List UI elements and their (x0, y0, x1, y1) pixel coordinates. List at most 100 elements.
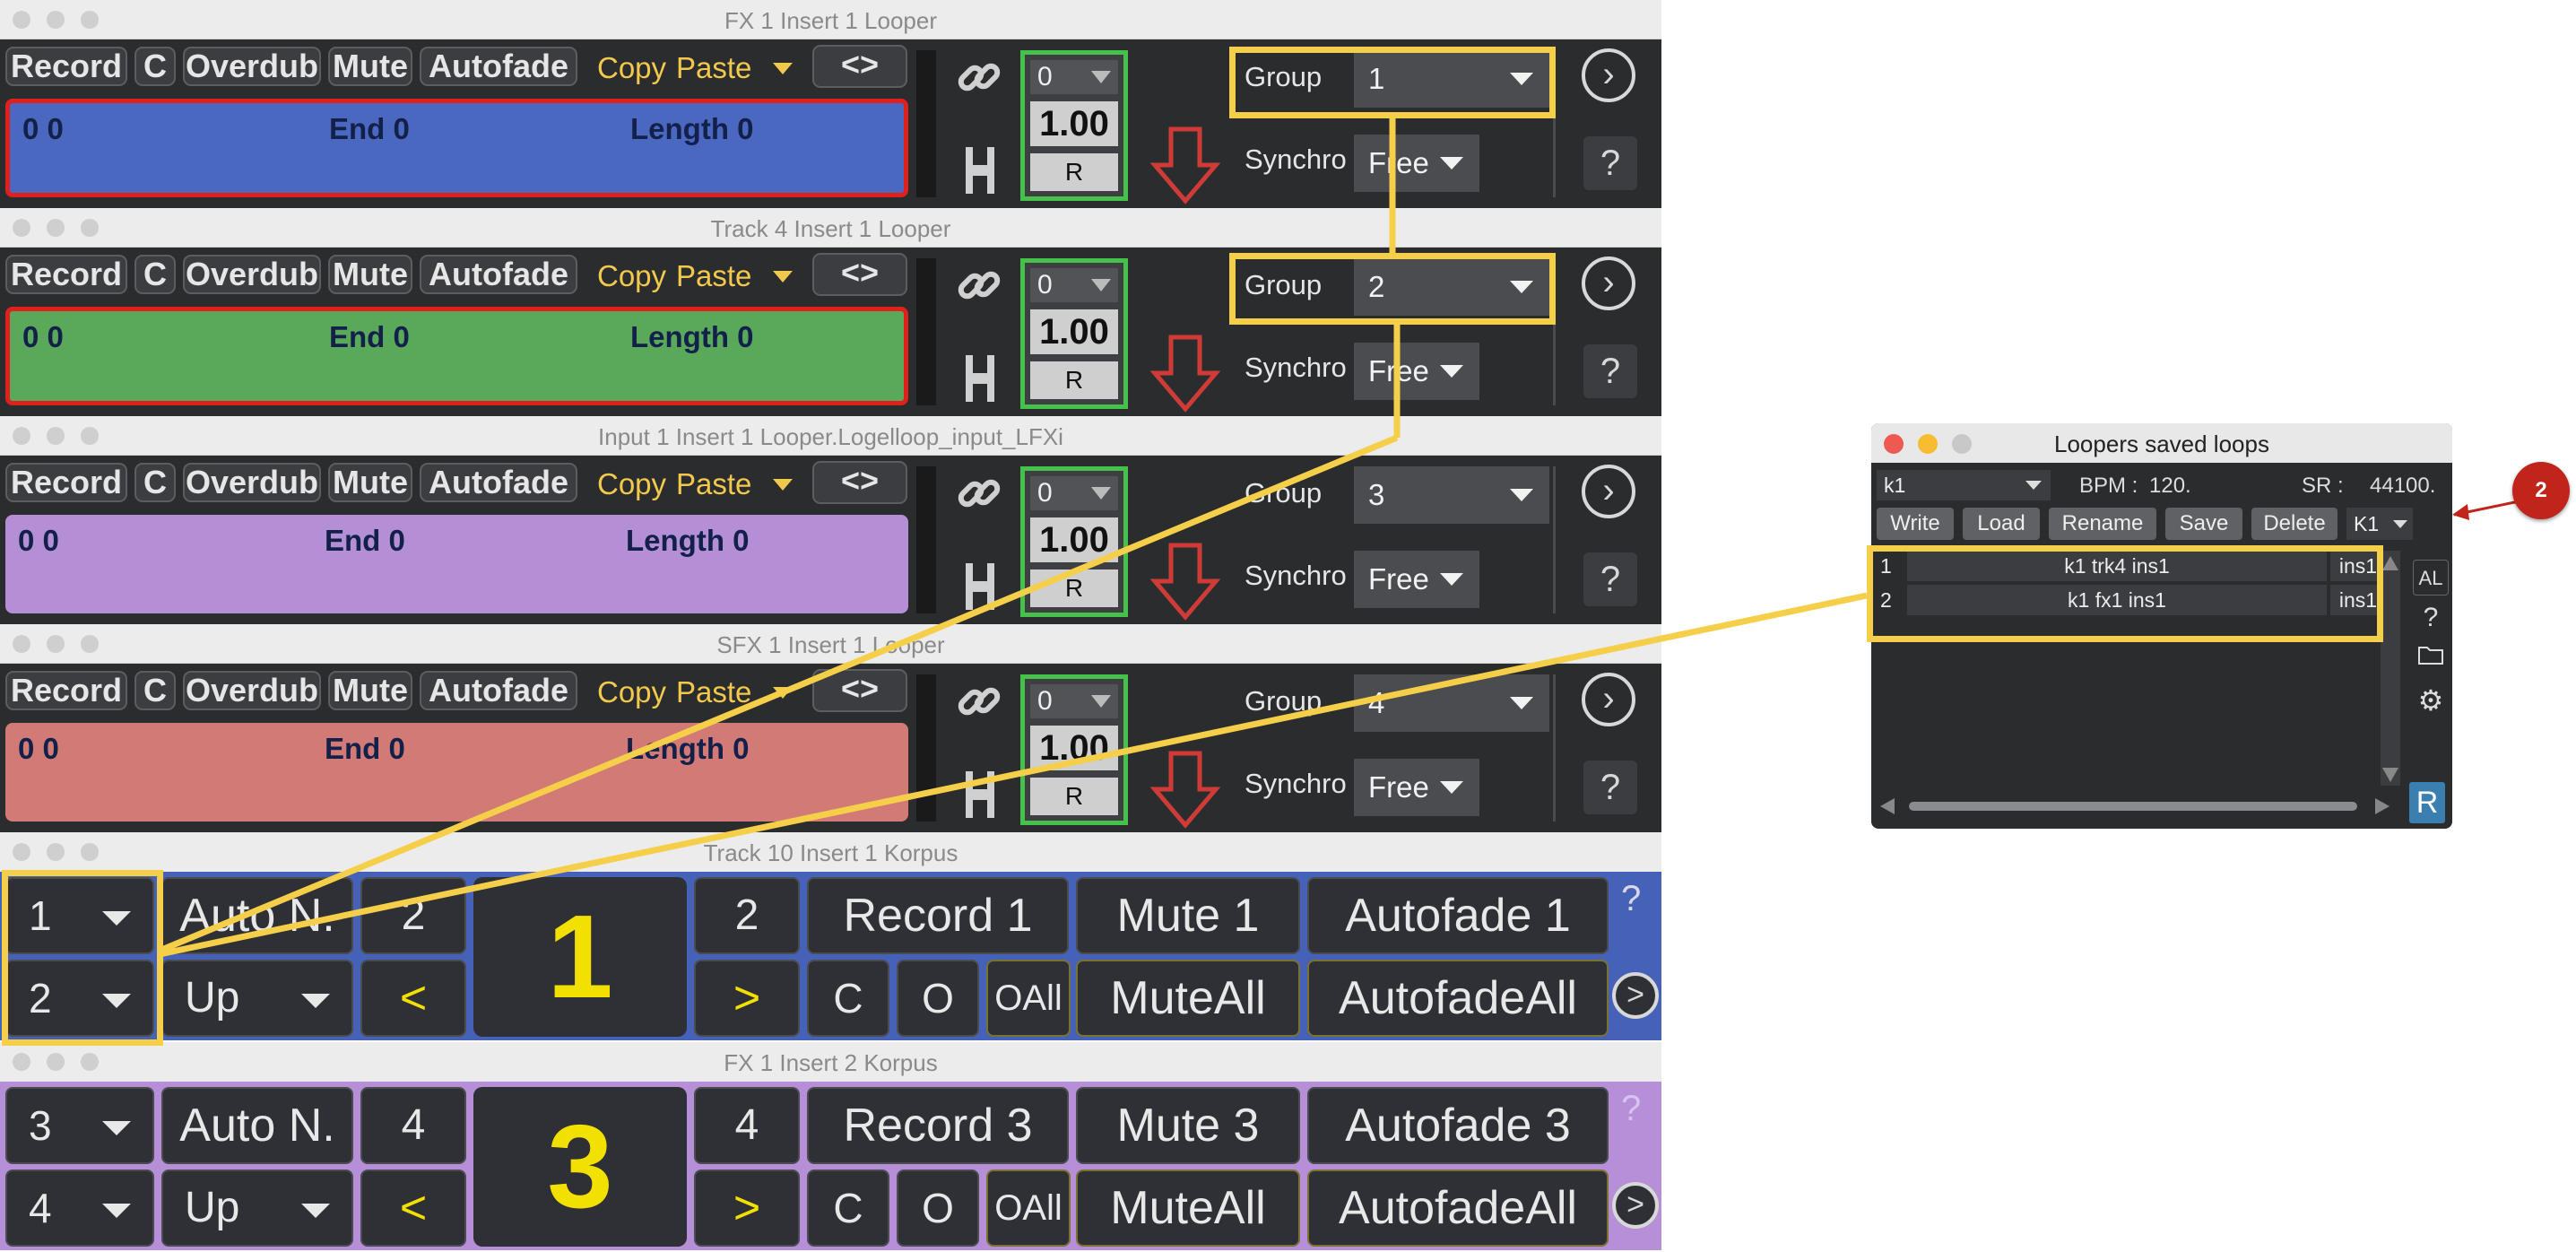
clear-button[interactable]: C (807, 1169, 889, 1247)
open-arrow-icon[interactable]: › (1582, 465, 1635, 518)
nav-button[interactable]: <> (812, 45, 907, 88)
download-arrow-icon[interactable] (1149, 750, 1221, 830)
autofade-button[interactable]: Autofade 1 (1307, 877, 1609, 954)
waveform-display[interactable]: 0 0 End 0 Length 0 (5, 307, 908, 405)
save-button[interactable]: Save (2165, 508, 2242, 540)
help-button[interactable]: ? (1621, 1089, 1657, 1129)
waveform-display[interactable]: 0 0 End 0 Length 0 (5, 723, 908, 822)
reset-button[interactable]: R (1030, 153, 1118, 191)
auto-number-button[interactable]: Auto N. (161, 1087, 353, 1164)
speed-value[interactable]: 1.00 (1030, 101, 1118, 146)
speed-value[interactable]: 1.00 (1030, 517, 1118, 562)
synchro-select[interactable]: Free (1354, 759, 1479, 816)
record-button[interactable]: Record (5, 47, 127, 86)
group-select[interactable]: 4 (1354, 674, 1549, 732)
record-button[interactable]: Record 3 (807, 1087, 1069, 1164)
synchro-select[interactable]: Free (1354, 551, 1479, 608)
scroll-up-icon[interactable] (2382, 556, 2398, 570)
paste-button[interactable]: Paste (676, 465, 751, 504)
previous-button[interactable]: < (360, 960, 466, 1037)
preset-select[interactable]: k1 (1877, 470, 2051, 500)
write-button[interactable]: Write (1877, 508, 1954, 540)
clear-button[interactable]: C (134, 463, 176, 502)
nav-button[interactable]: <> (812, 253, 907, 296)
caret-down-icon[interactable] (773, 271, 793, 283)
waveform-display[interactable]: 0 0 End 0 Length 0 (5, 515, 908, 613)
overdub-button[interactable]: Overdub (183, 255, 321, 294)
help-button[interactable]: ? (1583, 136, 1637, 190)
synchro-select[interactable]: Free (1354, 343, 1479, 400)
link-icon[interactable] (950, 468, 1008, 526)
scroll-down-icon[interactable] (2382, 768, 2398, 782)
overdub-button[interactable]: Overdub (183, 671, 321, 710)
copy-button[interactable]: Copy (597, 256, 666, 296)
next-button[interactable]: > (694, 960, 800, 1037)
speed-numbox[interactable]: 0 1.00 R (1020, 466, 1128, 617)
clear-button[interactable]: C (134, 671, 176, 710)
autofade-button[interactable]: Autofade (420, 463, 577, 502)
speed-numbox[interactable]: 0 1.00 R (1020, 50, 1128, 201)
speed-value[interactable]: 1.00 (1030, 726, 1118, 770)
go-button[interactable]: > (1612, 972, 1659, 1019)
autofade-button[interactable]: Autofade (420, 47, 577, 86)
copy-button[interactable]: Copy (597, 673, 666, 712)
mute-button[interactable]: Mute (328, 255, 412, 294)
open-arrow-icon[interactable]: › (1582, 673, 1635, 726)
synchro-select[interactable]: Free (1354, 135, 1479, 192)
reset-button[interactable]: R (1030, 778, 1118, 815)
caret-down-icon[interactable] (773, 687, 793, 699)
transpose-number[interactable]: 0 (1030, 60, 1118, 94)
r-button[interactable]: R (2409, 782, 2445, 823)
link-icon[interactable] (950, 52, 1008, 110)
transpose-number[interactable]: 0 (1030, 476, 1118, 510)
transpose-number[interactable]: 0 (1030, 268, 1118, 302)
vertical-scrollbar[interactable] (2381, 551, 2400, 786)
horizontal-scrollbar[interactable] (1877, 793, 2397, 820)
previous-button[interactable]: < (360, 1169, 466, 1247)
help-button[interactable]: ? (1583, 761, 1637, 814)
direction-select[interactable]: Up (161, 960, 353, 1037)
rename-button[interactable]: Rename (2049, 508, 2156, 540)
open-arrow-icon[interactable]: › (1582, 256, 1635, 310)
link-icon[interactable] (950, 676, 1008, 735)
speed-numbox[interactable]: 0 1.00 R (1020, 258, 1128, 409)
help-icon[interactable]: ? (2413, 603, 2449, 633)
reset-button[interactable]: R (1030, 569, 1118, 607)
go-button[interactable]: > (1612, 1182, 1659, 1229)
group-select[interactable]: 3 (1354, 466, 1549, 524)
autofade-all-button[interactable]: AutofadeAll (1307, 1169, 1609, 1247)
caret-down-icon[interactable] (773, 63, 793, 74)
group-a-select[interactable]: 3 (5, 1087, 154, 1164)
autofade-all-button[interactable]: AutofadeAll (1307, 960, 1609, 1037)
load-button[interactable]: Load (1963, 508, 2040, 540)
waveform-display[interactable]: 0 0 End 0 Length 0 (5, 99, 908, 197)
mute-button[interactable]: Mute 3 (1076, 1087, 1300, 1164)
mute-button[interactable]: Mute (328, 671, 412, 710)
gear-icon[interactable]: ⚙ (2413, 683, 2449, 717)
help-button[interactable]: ? (1621, 879, 1657, 919)
scrollbar-thumb[interactable] (1909, 802, 2357, 811)
download-arrow-icon[interactable] (1149, 334, 1221, 414)
copy-button[interactable]: Copy (597, 465, 666, 504)
overdub-button[interactable]: Overdub (183, 463, 321, 502)
mute-button[interactable]: Mute (328, 47, 412, 86)
open-button[interactable]: O (897, 1169, 979, 1247)
delete-button[interactable]: Delete (2251, 508, 2337, 540)
scroll-left-icon[interactable] (1880, 798, 1895, 814)
nav-button[interactable]: <> (812, 461, 907, 504)
clear-button[interactable]: C (807, 960, 889, 1037)
open-all-button[interactable]: OAll (986, 960, 1071, 1037)
al-button[interactable]: AL (2413, 560, 2449, 596)
open-all-button[interactable]: OAll (986, 1169, 1071, 1247)
clear-button[interactable]: C (134, 47, 176, 86)
autofade-button[interactable]: Autofade (420, 255, 577, 294)
autofade-button[interactable]: Autofade 3 (1307, 1087, 1609, 1164)
loop-bracket-icon[interactable] (958, 768, 1002, 830)
download-arrow-icon[interactable] (1149, 542, 1221, 622)
overdub-button[interactable]: Overdub (183, 47, 321, 86)
record-button[interactable]: Record 1 (807, 877, 1069, 954)
copy-button[interactable]: Copy (597, 48, 666, 88)
paste-button[interactable]: Paste (676, 673, 751, 712)
mute-all-button[interactable]: MuteAll (1076, 960, 1300, 1037)
link-icon[interactable] (950, 260, 1008, 318)
